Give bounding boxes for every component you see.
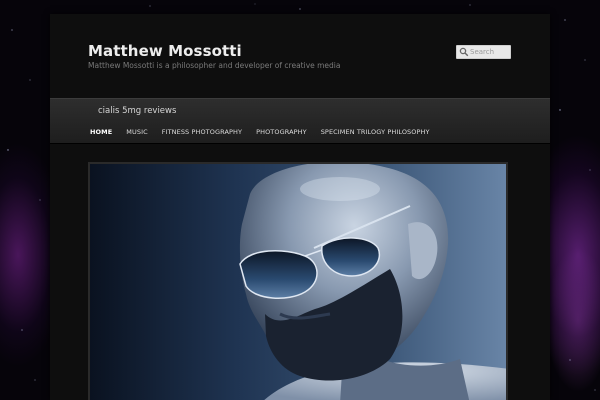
search-input[interactable] <box>470 46 510 58</box>
portrait-image <box>90 164 506 400</box>
site-header: Matthew Mossotti Matthew Mossotti is a p… <box>50 14 550 98</box>
menu-item-photography[interactable]: PHOTOGRAPHY <box>256 128 307 136</box>
featured-photo[interactable] <box>88 162 508 400</box>
menu-item-specimen-trilogy-philosophy[interactable]: SPECIMEN TRILOGY PHILOSOPHY <box>321 128 430 136</box>
search-box[interactable] <box>456 45 511 59</box>
page-container: Matthew Mossotti Matthew Mossotti is a p… <box>50 14 550 400</box>
navigation-bar: cialis 5mg reviews HOME MUSIC FITNESS PH… <box>50 98 550 144</box>
search-icon <box>459 47 469 57</box>
site-title[interactable]: Matthew Mossotti <box>88 42 242 60</box>
sub-nav-link[interactable]: cialis 5mg reviews <box>98 106 176 116</box>
menu-item-home[interactable]: HOME <box>90 128 112 136</box>
site-description: Matthew Mossotti is a philosopher and de… <box>88 61 341 70</box>
menu-item-music[interactable]: MUSIC <box>126 128 147 136</box>
main-content <box>50 144 550 400</box>
menu-item-fitness-photography[interactable]: FITNESS PHOTOGRAPHY <box>162 128 242 136</box>
main-menu: HOME MUSIC FITNESS PHOTOGRAPHY PHOTOGRAP… <box>90 128 444 136</box>
